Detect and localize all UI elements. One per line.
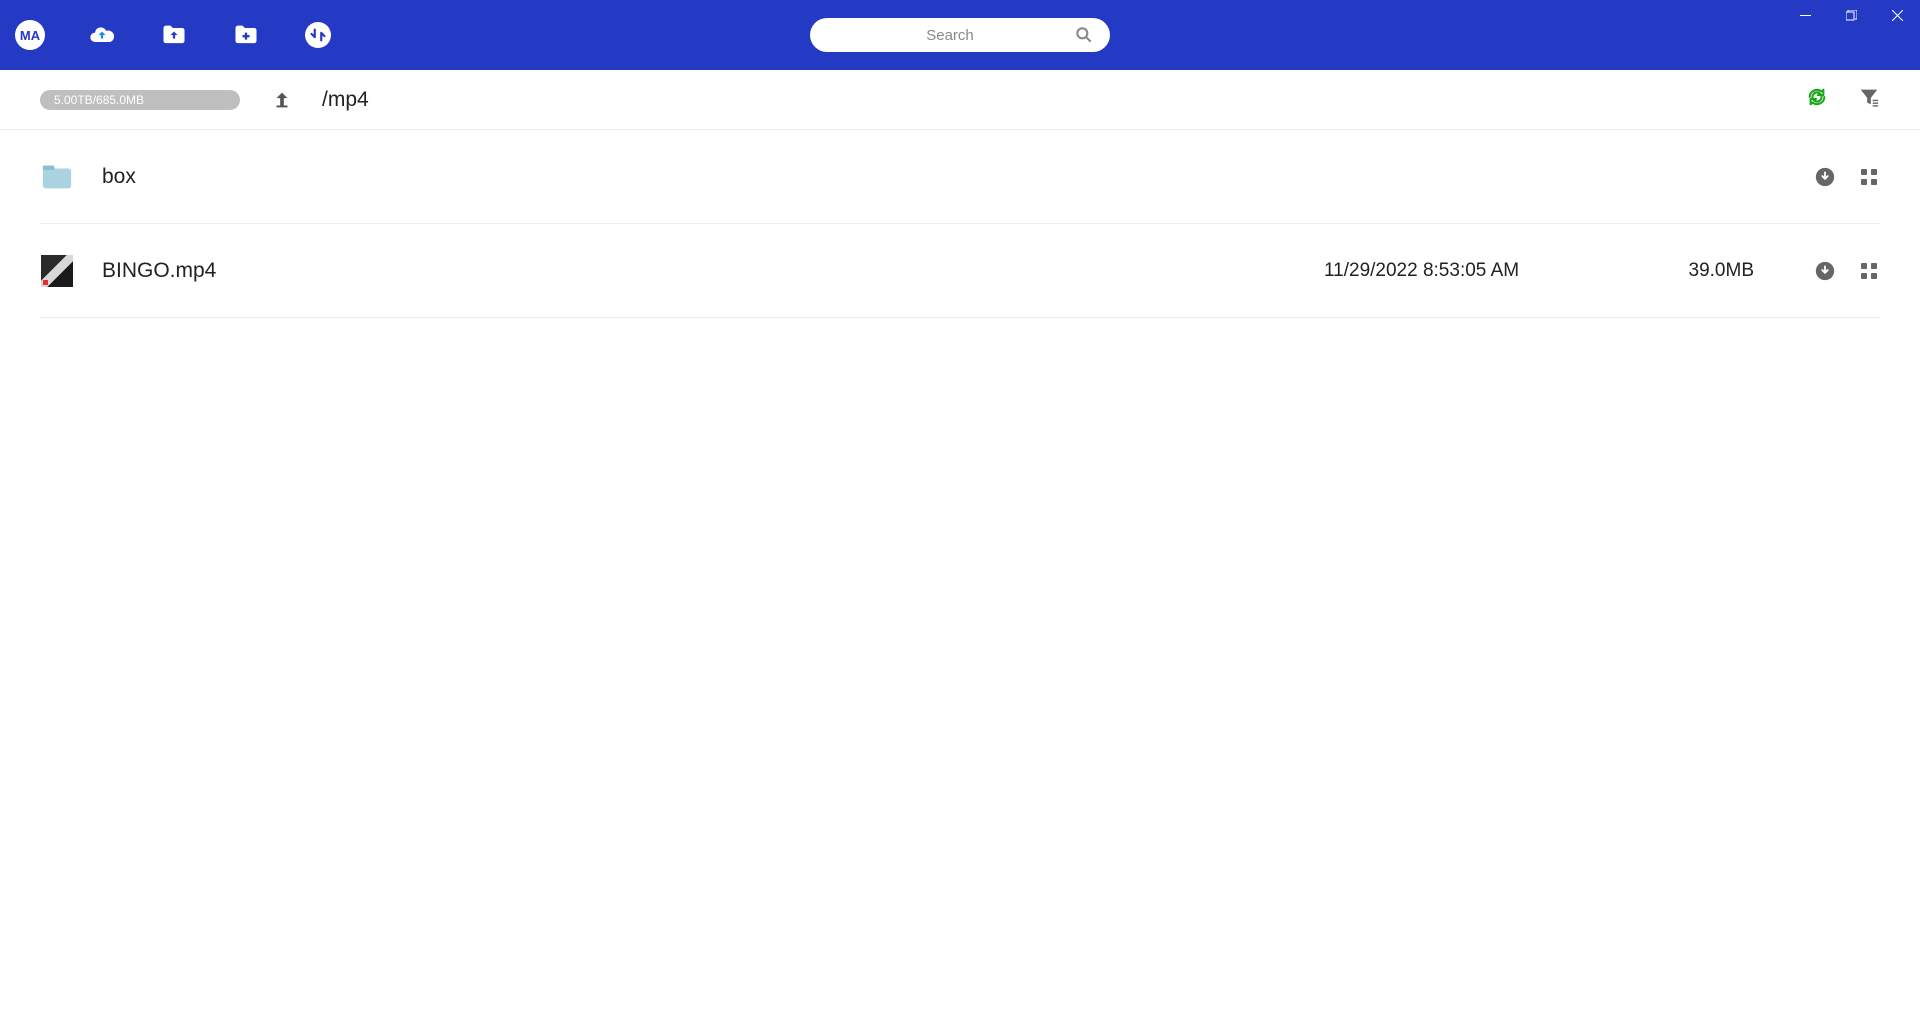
app-logo[interactable]: MA bbox=[14, 19, 46, 51]
transfer-button[interactable] bbox=[302, 19, 334, 51]
list-item[interactable]: BINGO.mp4 11/29/2022 8:53:05 AM 39.0MB bbox=[40, 224, 1880, 318]
file-list: box BINGO.mp4 11/29/2022 8:53:05 AM 39.0… bbox=[0, 130, 1920, 318]
item-name: BINGO.mp4 bbox=[102, 259, 216, 283]
app-logo-circle: MA bbox=[15, 20, 45, 50]
grid-dots-icon bbox=[1859, 167, 1879, 187]
maximize-icon bbox=[1846, 10, 1857, 21]
more-button[interactable] bbox=[1858, 260, 1880, 282]
item-name: box bbox=[102, 165, 136, 189]
more-button[interactable] bbox=[1858, 166, 1880, 188]
row-actions bbox=[1814, 166, 1880, 188]
transfer-icon bbox=[305, 22, 331, 48]
folder-plus-icon bbox=[232, 21, 260, 49]
row-actions bbox=[1814, 260, 1880, 282]
maximize-button[interactable] bbox=[1828, 0, 1874, 30]
search-box[interactable] bbox=[810, 18, 1110, 52]
window-controls bbox=[1782, 0, 1920, 30]
video-thumbnail-icon bbox=[40, 256, 74, 286]
upload-file-button[interactable] bbox=[158, 19, 190, 51]
refresh-icon bbox=[1806, 86, 1828, 108]
list-item[interactable]: box bbox=[40, 130, 1880, 224]
download-icon bbox=[1814, 166, 1836, 188]
cloud-upload-icon bbox=[88, 21, 116, 49]
filter-button[interactable] bbox=[1858, 86, 1880, 113]
close-icon bbox=[1892, 10, 1903, 21]
cloud-upload-button[interactable] bbox=[86, 19, 118, 51]
item-size: 39.0MB bbox=[1624, 260, 1754, 282]
close-button[interactable] bbox=[1874, 0, 1920, 30]
search-icon bbox=[1074, 25, 1094, 45]
folder-upload-icon bbox=[160, 21, 188, 49]
folder-icon bbox=[40, 162, 74, 192]
go-up-button[interactable] bbox=[270, 88, 294, 112]
path-bar-actions bbox=[1806, 86, 1880, 113]
current-path: /mp4 bbox=[322, 88, 369, 112]
header-bar: MA bbox=[0, 0, 1920, 70]
download-button[interactable] bbox=[1814, 260, 1836, 282]
search-input[interactable] bbox=[826, 27, 1074, 44]
up-arrow-icon bbox=[271, 89, 293, 111]
header-left-group: MA bbox=[10, 19, 334, 51]
new-folder-button[interactable] bbox=[230, 19, 262, 51]
filter-icon bbox=[1858, 86, 1880, 108]
refresh-button[interactable] bbox=[1806, 86, 1828, 113]
download-button[interactable] bbox=[1814, 166, 1836, 188]
path-bar: 5.00TB/685.0MB /mp4 bbox=[0, 70, 1920, 130]
download-icon bbox=[1814, 260, 1836, 282]
item-date: 11/29/2022 8:53:05 AM bbox=[1324, 260, 1624, 282]
grid-dots-icon bbox=[1859, 261, 1879, 281]
minimize-icon bbox=[1800, 10, 1811, 21]
minimize-button[interactable] bbox=[1782, 0, 1828, 30]
storage-quota-pill: 5.00TB/685.0MB bbox=[40, 90, 240, 110]
